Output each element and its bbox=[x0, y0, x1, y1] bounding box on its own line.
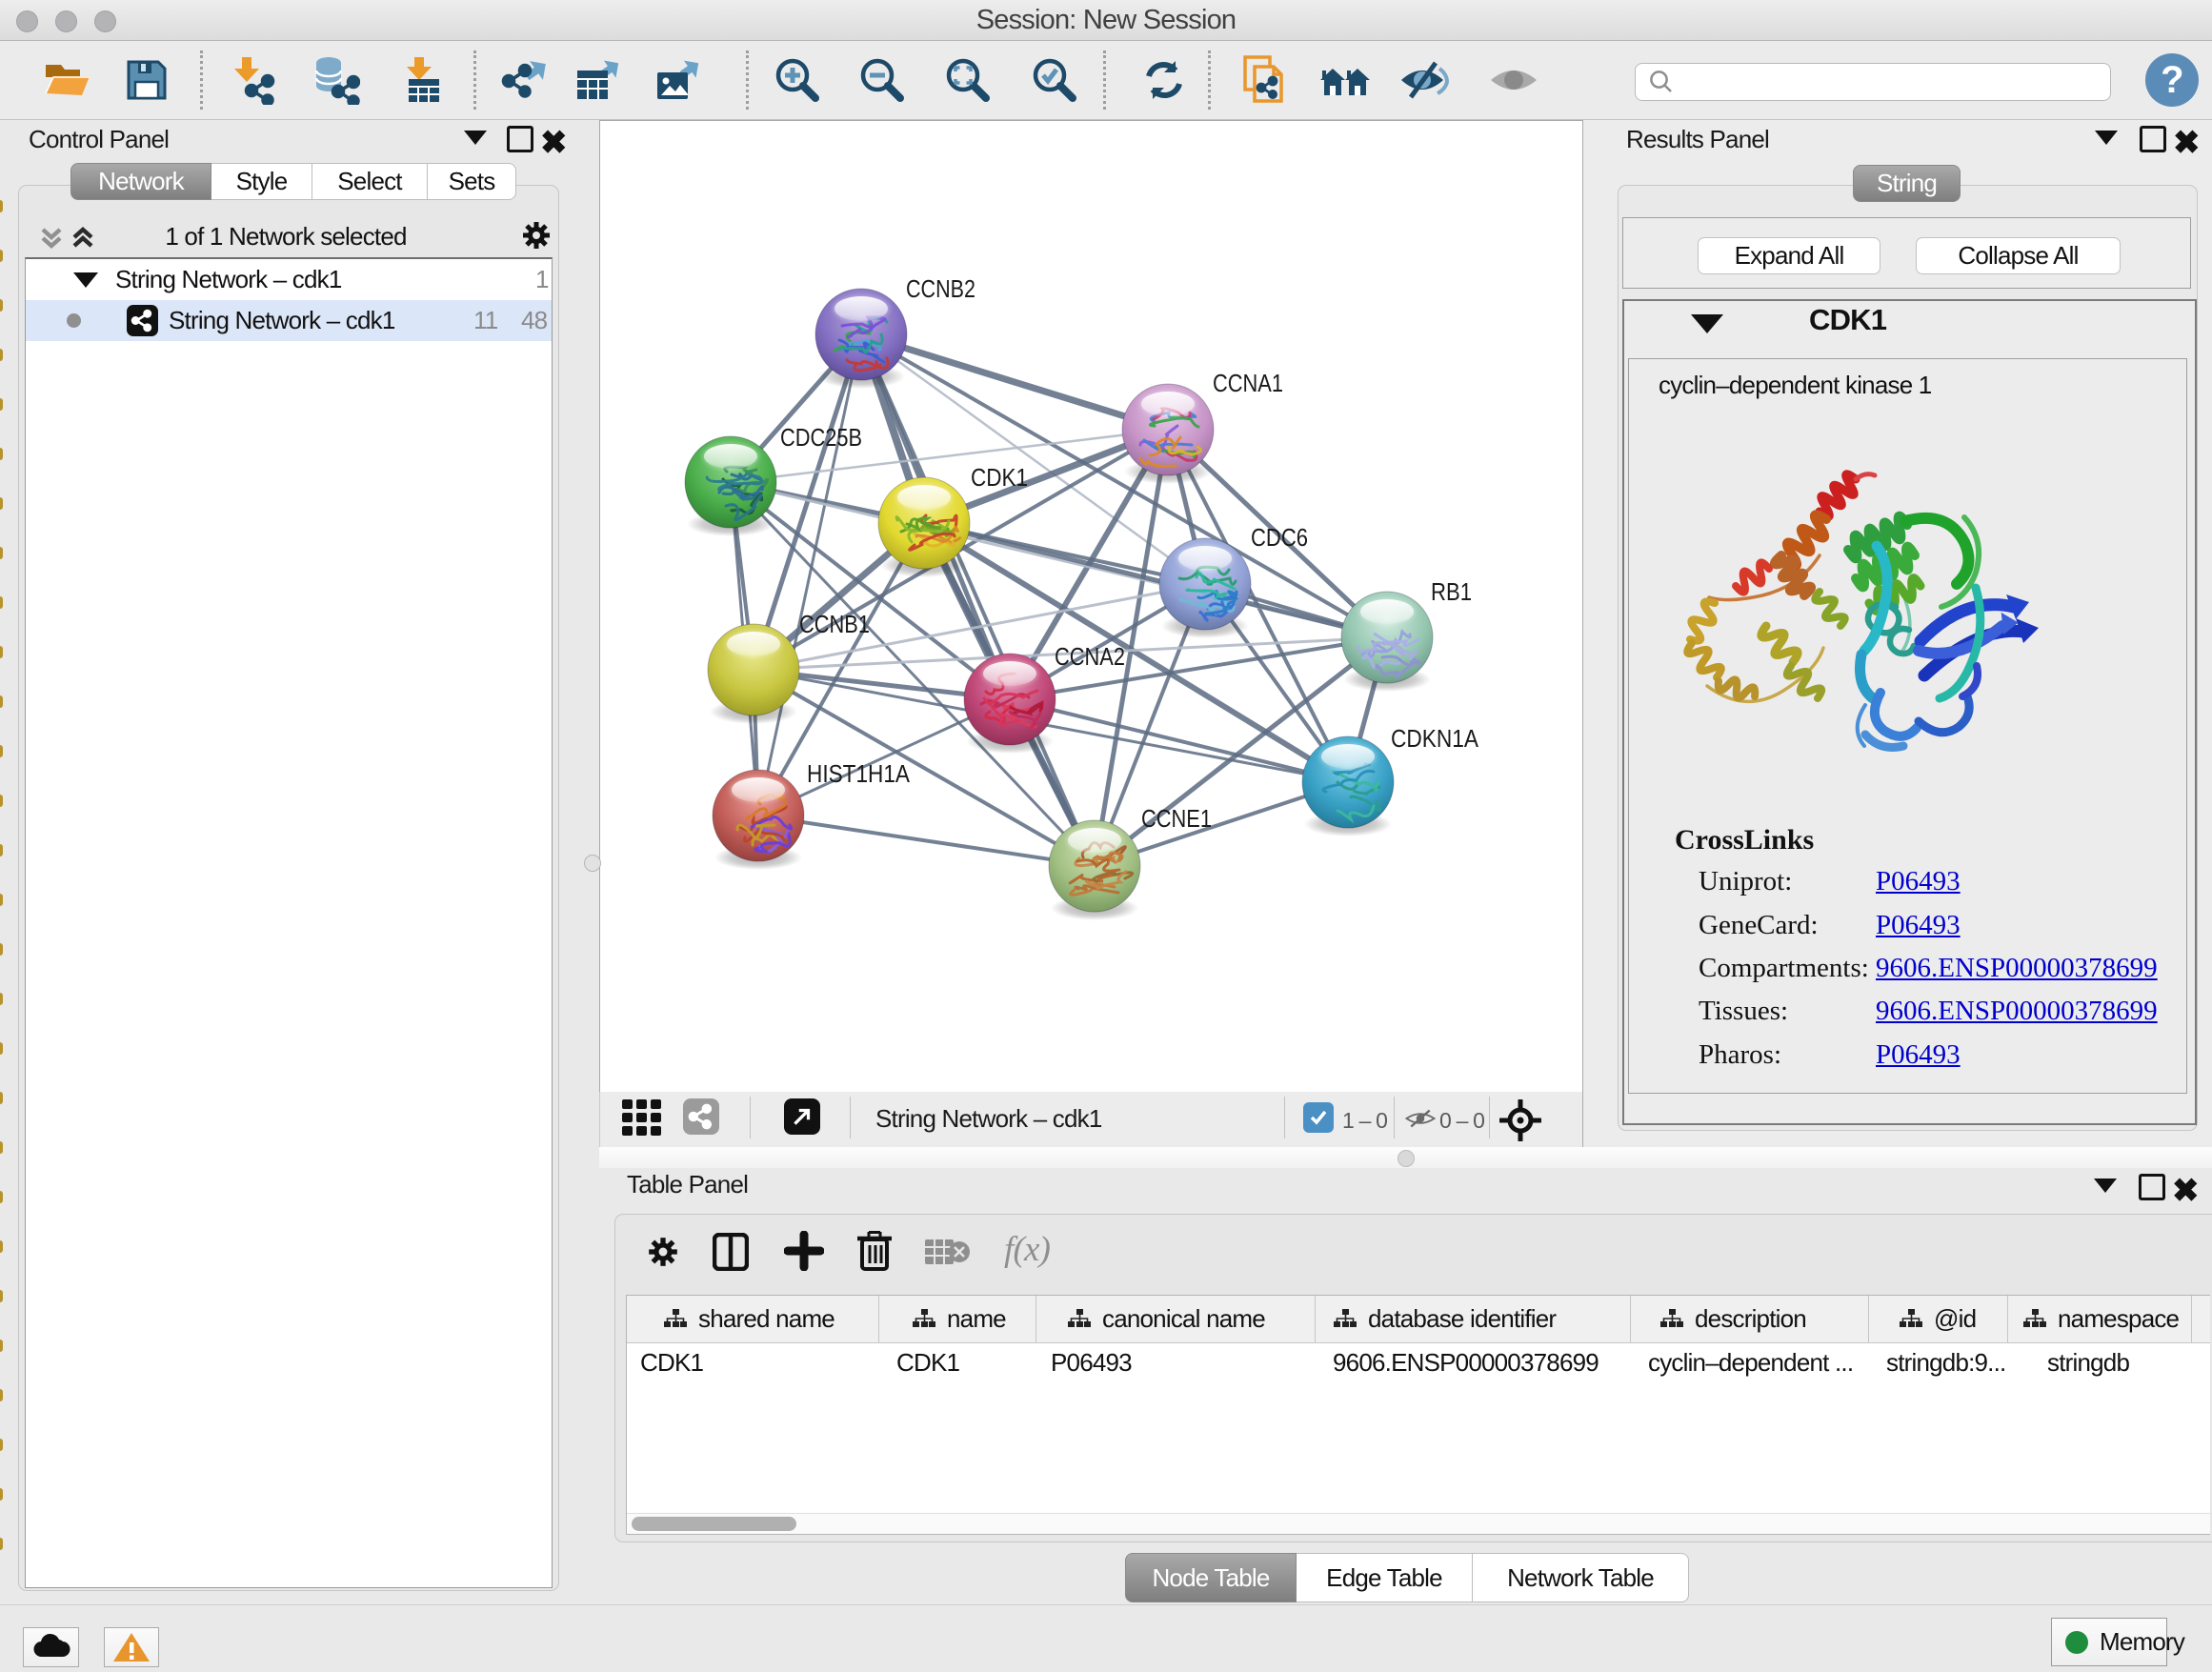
svg-text:CCNE1: CCNE1 bbox=[1141, 804, 1212, 833]
svg-text:CCNA2: CCNA2 bbox=[1055, 642, 1125, 671]
svg-text:CDK1: CDK1 bbox=[971, 463, 1028, 492]
svg-text:CCNA1: CCNA1 bbox=[1213, 369, 1283, 397]
svg-text:RB1: RB1 bbox=[1431, 577, 1472, 606]
svg-text:CDC6: CDC6 bbox=[1251, 523, 1308, 552]
svg-text:CDC25B: CDC25B bbox=[780, 423, 862, 452]
svg-text:HIST1H1A: HIST1H1A bbox=[807, 759, 911, 788]
svg-text:CCNB2: CCNB2 bbox=[906, 274, 975, 303]
svg-text:CDKN1A: CDKN1A bbox=[1391, 724, 1479, 753]
svg-text:CCNB1: CCNB1 bbox=[799, 610, 870, 638]
